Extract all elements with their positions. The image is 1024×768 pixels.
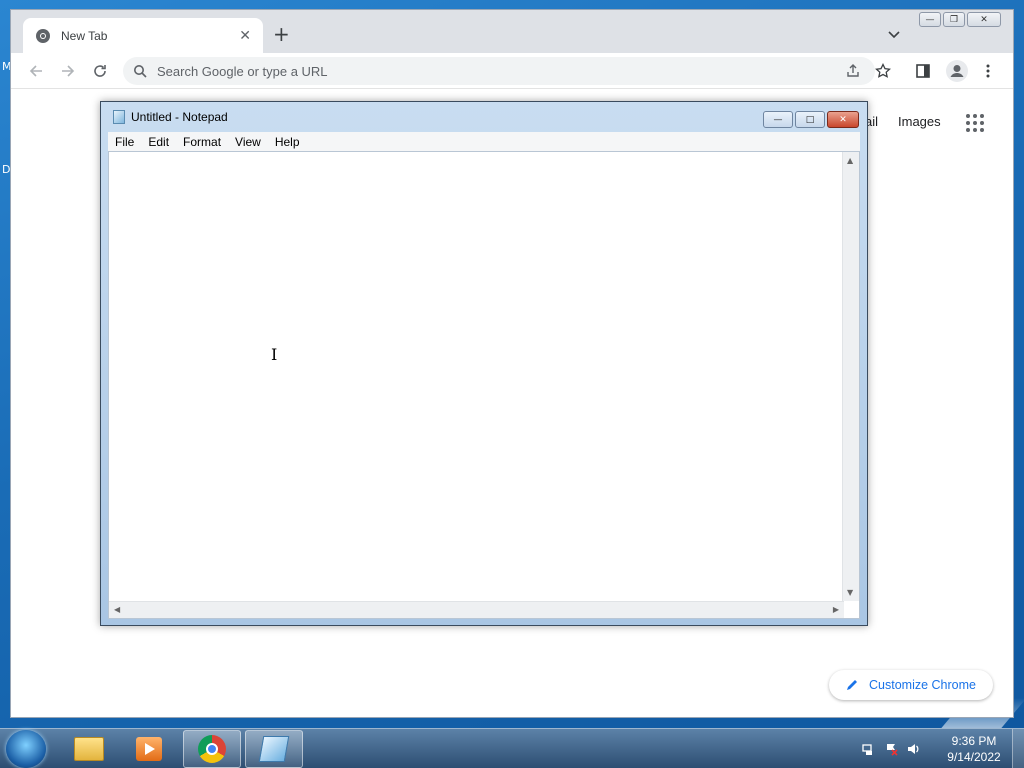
clock-time: 9:36 PM (951, 734, 997, 748)
menu-help[interactable]: Help (268, 135, 307, 149)
menu-edit[interactable]: Edit (141, 135, 176, 149)
start-orb-icon[interactable] (6, 730, 46, 768)
folder-icon (74, 737, 104, 761)
new-tab-button[interactable]: + (273, 24, 290, 44)
notepad-menubar: File Edit Format View Help (108, 132, 860, 151)
taskbar-explorer[interactable] (60, 730, 118, 768)
sidepanel-icon[interactable] (915, 63, 931, 79)
taskbar-chrome[interactable] (183, 730, 241, 768)
show-desktop-button[interactable] (1012, 729, 1024, 768)
notepad-titlebar[interactable]: Untitled - Notepad — □ ✕ (101, 102, 867, 132)
omnibox-placeholder: Search Google or type a URL (157, 63, 328, 79)
notepad-close-button[interactable]: ✕ (827, 111, 859, 128)
system-tray (862, 729, 920, 768)
chrome-close-button[interactable]: ✕ (967, 12, 1001, 27)
chrome-taskbar-icon (198, 735, 226, 763)
chrome-logo-icon (36, 28, 50, 43)
volume-icon[interactable] (906, 742, 920, 756)
clock-date: 9/14/2022 (947, 750, 1001, 764)
scroll-right-icon[interactable]: ▶ (833, 605, 839, 614)
chrome-window-controls: — ❐ ✕ (919, 12, 1001, 27)
menu-format[interactable]: Format (176, 135, 228, 149)
scroll-left-icon[interactable]: ◀ (114, 605, 120, 614)
customize-chrome-button[interactable]: Customize Chrome (829, 670, 993, 700)
back-icon[interactable] (28, 63, 44, 79)
desktop-fragment: D (2, 163, 11, 176)
forward-icon[interactable] (60, 63, 76, 79)
reload-icon[interactable] (92, 63, 108, 79)
tab-new-tab[interactable]: New Tab ✕ (23, 18, 263, 53)
search-icon (134, 65, 147, 78)
notepad-title: Untitled - Notepad (131, 110, 228, 124)
notepad-maximize-button[interactable]: □ (795, 111, 825, 128)
clock[interactable]: 9:36 PM 9/14/2022 (940, 733, 1008, 765)
chrome-toolbar: Search Google or type a URL (11, 53, 1013, 89)
ibeam-cursor-icon: I (271, 345, 278, 364)
notepad-window-controls: — □ ✕ (763, 111, 859, 128)
chrome-minimize-button[interactable]: — (919, 12, 941, 27)
taskbar-notepad[interactable] (245, 730, 303, 768)
tab-close-button[interactable]: ✕ (239, 28, 251, 44)
chrome-tabstrip: New Tab ✕ + — ❐ ✕ (11, 10, 1013, 53)
taskbar-media-player[interactable] (120, 730, 178, 768)
share-icon[interactable] (845, 63, 861, 79)
images-link[interactable]: Images (898, 114, 941, 129)
omnibox[interactable]: Search Google or type a URL (123, 57, 875, 85)
chrome-maximize-button[interactable]: ❐ (943, 12, 965, 27)
scroll-up-icon[interactable]: ▲ (847, 156, 853, 165)
notepad-window: Untitled - Notepad — □ ✕ File Edit Forma… (100, 101, 868, 626)
pencil-icon (847, 680, 857, 690)
menu-icon[interactable] (980, 63, 996, 79)
network-icon[interactable] (862, 742, 876, 756)
notepad-icon (113, 110, 125, 124)
horizontal-scrollbar[interactable]: ◀ ▶ (109, 601, 844, 618)
tab-title: New Tab (61, 28, 108, 43)
tab-search-icon[interactable] (887, 27, 901, 41)
notepad-text-area[interactable]: ▲ ▼ ◀ ▶ (108, 151, 860, 619)
vertical-scrollbar[interactable]: ▲ ▼ (842, 152, 859, 601)
menu-file[interactable]: File (108, 135, 141, 149)
media-player-icon (136, 737, 162, 761)
customize-chrome-label: Customize Chrome (869, 678, 976, 692)
star-icon[interactable] (875, 63, 891, 79)
scroll-down-icon[interactable]: ▼ (847, 588, 853, 597)
profile-icon[interactable] (946, 60, 968, 82)
notepad-taskbar-icon (258, 736, 290, 762)
flag-icon[interactable] (884, 742, 898, 756)
taskbar: 9:36 PM 9/14/2022 (0, 728, 1024, 768)
menu-view[interactable]: View (228, 135, 268, 149)
apps-icon[interactable] (966, 114, 984, 132)
notepad-minimize-button[interactable]: — (763, 111, 793, 128)
